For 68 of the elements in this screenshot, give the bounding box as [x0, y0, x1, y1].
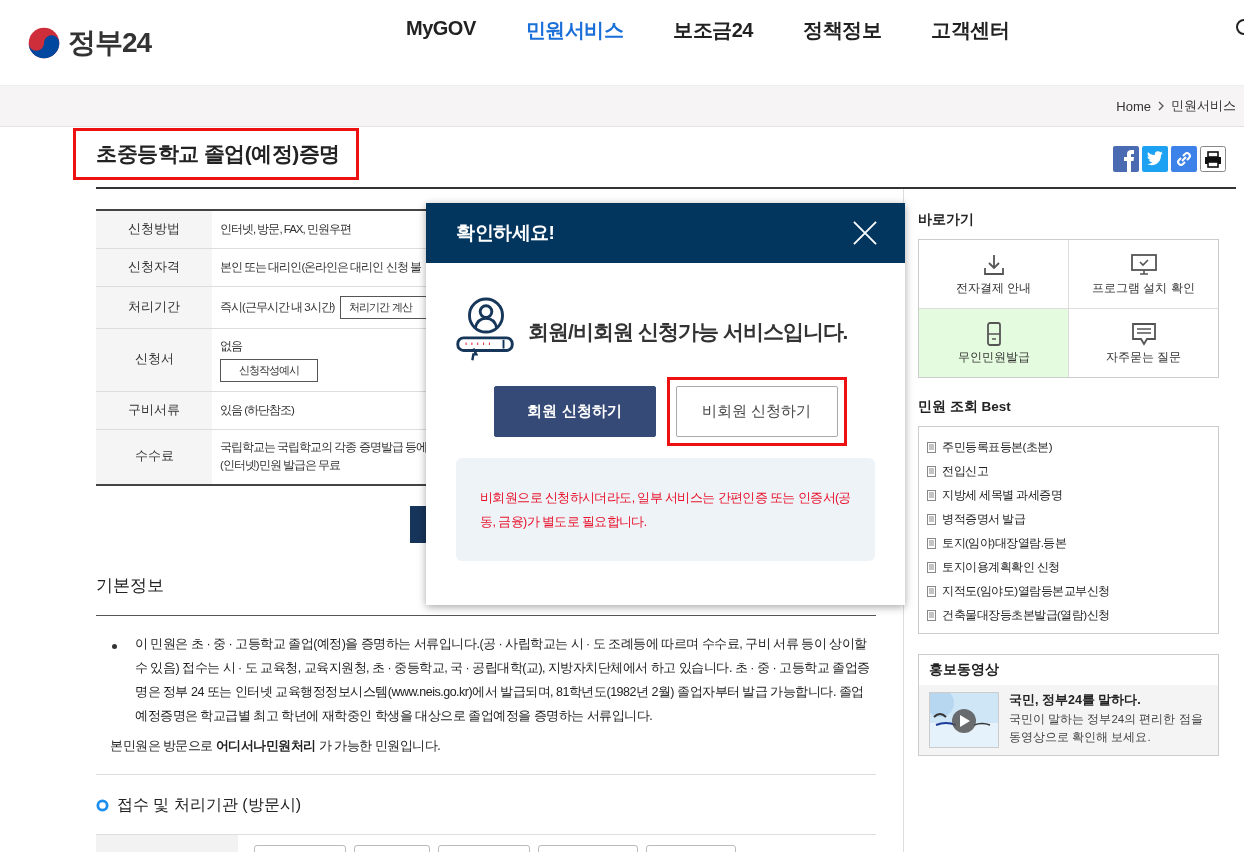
- guest-apply-button[interactable]: 비회원 신청하기: [675, 386, 838, 437]
- dialog-message: 회원/비회원 신청가능 서비스입니다.: [528, 319, 848, 345]
- notice-text: 비회원으로 신청하시더라도, 일부 서비스는 간편인증 또는 인증서(공동, 금융)가 별도로 필요합니다.: [480, 489, 851, 531]
- nav-link[interactable]: 민원서비스: [525, 17, 624, 44]
- breadcrumb-link[interactable]: Home: [1116, 98, 1151, 114]
- dialog-title: 확인하세요!: [456, 221, 555, 245]
- row-label: 처리기간: [96, 286, 212, 329]
- row-label: 신청서: [96, 328, 212, 392]
- facebook-icon[interactable]: [1113, 146, 1139, 172]
- page-title: 초중등학교 졸업(예정)증명: [76, 131, 356, 177]
- best-link[interactable]: 병적증명서 발급: [942, 511, 1026, 527]
- best-link[interactable]: 지적도(임야도)열람등본교부신청: [942, 583, 1110, 599]
- sidebar-heading: 민원 조회 Best: [918, 398, 1012, 416]
- row-label: 수수료: [96, 429, 212, 485]
- logo-text[interactable]: 정부24: [68, 23, 152, 62]
- monitor-icon: [1130, 252, 1157, 277]
- row-label: 신청자격: [96, 248, 212, 287]
- example-button[interactable]: 신청작성예시: [220, 358, 318, 382]
- cell-value: 없음: [220, 339, 242, 355]
- search-icon[interactable]: [1234, 18, 1244, 38]
- video-description: 국민이 말하는 정부24의 편리한 점을: [1009, 712, 1203, 727]
- nav-link[interactable]: 고객센터: [931, 17, 1009, 44]
- best-link[interactable]: 건축물대장등초본발급(열람)신청: [942, 607, 1110, 623]
- cell-value: 인터넷, 방문, FAX, 민원우편: [220, 221, 351, 237]
- ring-icon: [96, 798, 109, 812]
- cell-value: 국립학교는 국립학교의 각종 증명발급 등에: [220, 439, 427, 455]
- document-icon: [927, 489, 936, 501]
- row-label: 구비서류: [96, 391, 212, 430]
- document-icon: [927, 513, 936, 525]
- twitter-icon[interactable]: [1142, 146, 1168, 172]
- description-text: 이 민원은 초 · 중 · 고등학교 졸업(예정)을 증명하는 서류입니다.(공 · 사립학교는 시 · 도 조례등에 따르며 수수료, 구비 서류 등이 상이할 수 있음) 접수는 시 · 도 교육청, 교육지원청, 초 · 중등학교, 국 · 공립대학(교), 지방자치단체에서 하고 있습니다. 초 · 중 · 고등학교 졸업증명은 정부 24 또는 인터넷 교육행정정보시스템(www.neis.go.kr)에서 발급되며, 81학년도(1982년 2월) 졸업자부터 발급 가능합니다. 졸업예정증명은 학교급별 최고 학년에 재학중인 학생을 대상으로 졸업예정을 증명하는 서류입니다.: [134, 635, 871, 725]
- document-icon: [927, 585, 936, 597]
- close-icon[interactable]: [853, 221, 877, 245]
- cell-value: 즉시(근무시간 내 3시간): [220, 299, 335, 315]
- document-icon: [927, 561, 936, 573]
- shortcut-tile[interactable]: 자주묻는 질문: [1069, 309, 1218, 377]
- nav-link[interactable]: 보조금24: [673, 17, 753, 44]
- video-description: 동영상으로 확인해 보세요.: [1009, 730, 1152, 745]
- cell-value: 본인 또는 대리인(온라인은 대리인 신청 불: [220, 259, 421, 275]
- document-icon: [927, 441, 936, 453]
- link-icon[interactable]: [1171, 146, 1197, 172]
- row-label: 신청방법: [96, 210, 212, 249]
- sidebar-heading: 바로가기: [918, 211, 975, 229]
- panel-heading: 홍보동영상: [919, 655, 1218, 685]
- document-icon: [927, 465, 936, 477]
- section-heading: 접수 및 처리기관 (방문시): [117, 794, 301, 815]
- bullet-icon: [112, 643, 117, 649]
- nav-link[interactable]: 정책정보: [803, 17, 881, 44]
- best-link[interactable]: 지방세 세목별 과세증명: [942, 487, 1063, 503]
- shortcut-tile[interactable]: 프로그램 설치 확인: [1069, 240, 1218, 309]
- video-title[interactable]: 국민, 정부24를 말하다.: [1009, 692, 1203, 709]
- print-icon[interactable]: [1200, 146, 1226, 172]
- note-text: 본민원은 방문으로 어디서나민원처리 가 가능한 민원입니다.: [110, 737, 442, 755]
- best-link[interactable]: 주민등록표등본(초본): [942, 439, 1053, 455]
- shortcut-tile[interactable]: 무인민원발급: [919, 309, 1069, 377]
- document-icon: [927, 609, 936, 621]
- nav-link[interactable]: MyGOV: [406, 17, 476, 44]
- cell-value: 있음 (하단참조): [220, 402, 294, 418]
- best-link[interactable]: 토지이용계획확인 신청: [942, 559, 1060, 575]
- best-link[interactable]: 토지(임야)대장열람.등본: [942, 535, 1067, 551]
- best-link[interactable]: 전입신고: [942, 463, 988, 479]
- chevron-icon: [1158, 101, 1164, 111]
- breadcrumb-link[interactable]: 민원서비스: [1171, 97, 1236, 115]
- apply-button[interactable]: [410, 506, 426, 544]
- cell-value: (인터넷)민원 발급은 무료: [220, 457, 341, 473]
- chat-icon: [1130, 321, 1157, 346]
- document-icon: [927, 537, 936, 549]
- member-apply-button[interactable]: 회원 신청하기: [493, 386, 656, 437]
